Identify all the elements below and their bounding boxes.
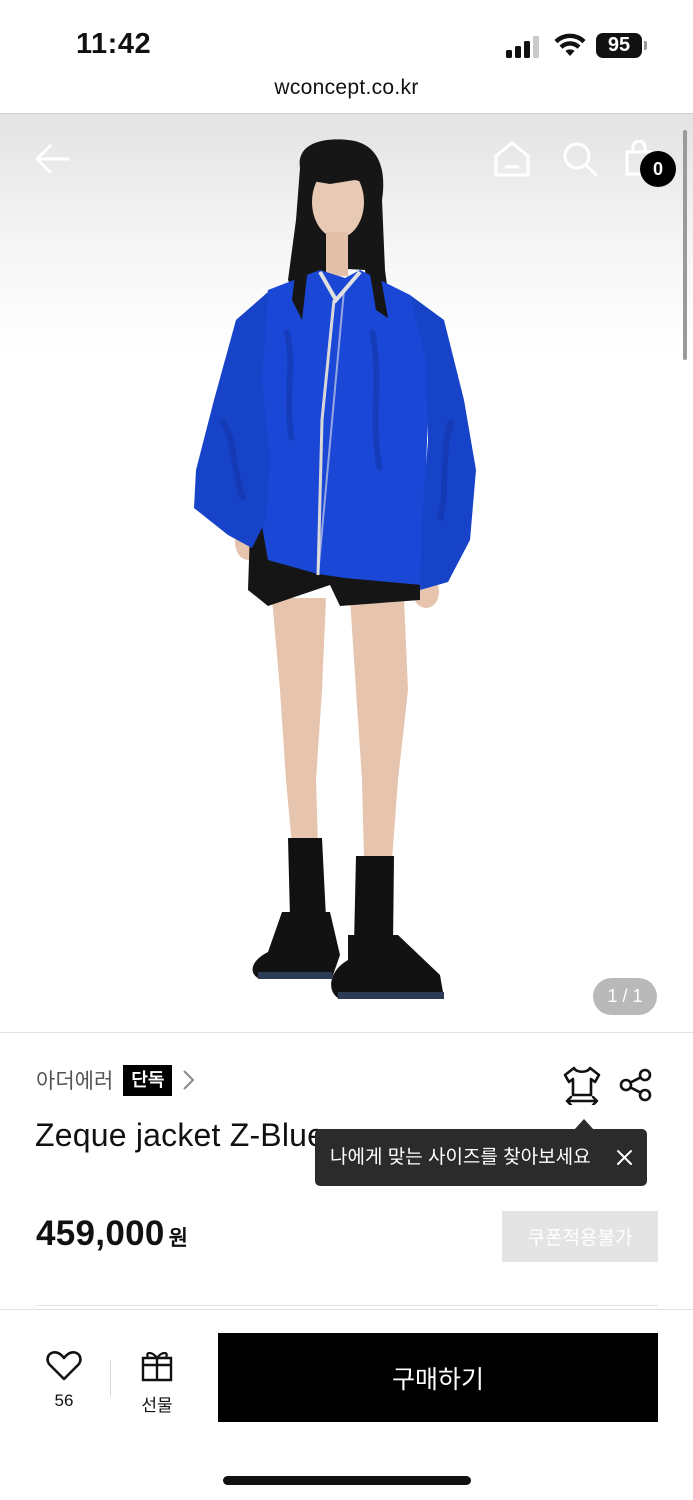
home-indicator[interactable] — [223, 1476, 471, 1485]
price: 459,000 원 — [36, 1214, 188, 1254]
image-scrollbar[interactable] — [683, 130, 687, 360]
browser-url-bar[interactable]: wconcept.co.kr — [0, 70, 693, 114]
price-value: 459,000 — [36, 1214, 165, 1253]
gift-icon — [141, 1351, 173, 1382]
battery-tip — [644, 41, 647, 50]
product-title: Zeque jacket Z-Blue — [35, 1117, 326, 1153]
status-time: 11:42 — [76, 28, 152, 60]
product-image-gallery[interactable] — [0, 114, 693, 1032]
exclusive-badge: 단독 — [123, 1064, 173, 1096]
wifi-icon — [554, 33, 586, 56]
buy-button[interactable]: 구매하기 — [218, 1333, 658, 1422]
battery-indicator: 95 — [596, 33, 642, 58]
brand-link[interactable]: 아더에러 단독 — [36, 1064, 196, 1096]
gift-button[interactable]: 선물 — [128, 1346, 186, 1416]
search-icon[interactable] — [561, 140, 599, 178]
home-icon[interactable] — [492, 140, 532, 178]
product-photo[interactable] — [0, 114, 693, 1032]
gift-label: 선물 — [141, 1396, 173, 1416]
status-bar: 11:42 95 — [0, 0, 693, 70]
chevron-right-icon[interactable] — [180, 1069, 196, 1091]
cart-count-badge[interactable]: 0 — [640, 151, 676, 187]
image-page-indicator: 1 / 1 — [593, 978, 657, 1015]
size-guide-icon[interactable] — [563, 1065, 601, 1105]
like-count: 56 — [54, 1391, 74, 1410]
back-arrow-icon[interactable] — [34, 141, 70, 177]
close-icon[interactable] — [615, 1148, 634, 1167]
size-tooltip[interactable]: 나에게 맞는 사이즈를 찾아보세요 — [315, 1129, 647, 1186]
cellular-signal-icon — [506, 34, 542, 58]
heart-icon — [46, 1350, 82, 1381]
hero-divider — [0, 1032, 693, 1033]
share-icon[interactable] — [619, 1068, 653, 1102]
tooltip-text: 나에게 맞는 사이즈를 찾아보세요 — [330, 1147, 591, 1168]
info-divider — [36, 1305, 658, 1306]
coupon-button[interactable]: 쿠폰적용불가 — [502, 1211, 658, 1262]
price-currency: 원 — [168, 1227, 188, 1250]
like-button[interactable]: 56 — [36, 1346, 92, 1414]
bar-separator — [110, 1360, 111, 1396]
brand-name[interactable]: 아더에러 — [36, 1065, 113, 1095]
